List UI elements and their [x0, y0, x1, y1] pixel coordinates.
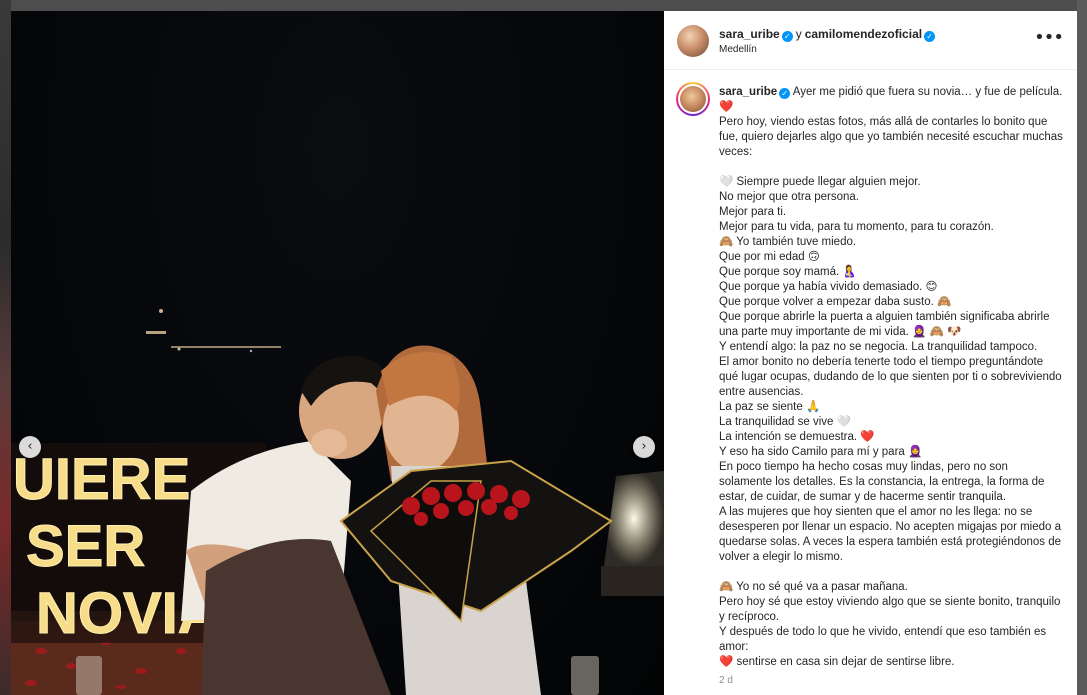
caption-line: La paz se siente 🙏 — [719, 401, 821, 413]
sign-word-2: SER — [26, 514, 145, 579]
background-page-top — [0, 0, 1087, 11]
caption-line — [719, 565, 1064, 580]
post-timestamp[interactable]: 2 d — [719, 675, 733, 686]
post-header: sara_uribe ✓ y camilomendezoficial ✓ Medellí… — [664, 11, 1077, 70]
candle-glass — [76, 656, 102, 695]
previous-photo-button[interactable]: ‹ — [19, 436, 41, 458]
caption-line: 🙈 Yo no sé qué va a pasar mañana. — [719, 581, 908, 593]
caption-line: Y después de todo lo que he vivido, ente… — [719, 626, 1050, 653]
caption-line: El amor bonito no debería tenerte todo e… — [719, 356, 1065, 398]
caption-line: Pero hoy sé que estoy viviendo algo que … — [719, 596, 1064, 623]
verified-badge-icon: ✓ — [779, 88, 791, 99]
more-options-icon[interactable]: ••• — [1034, 27, 1064, 48]
caption-line — [719, 160, 1064, 175]
caption-author[interactable]: sara_uribe — [719, 86, 777, 98]
caption-line: Que porque soy mamá. 🤱 — [719, 266, 857, 278]
author-username[interactable]: sara_uribe — [719, 27, 780, 41]
verified-badge-icon: ✓ — [924, 31, 936, 42]
authors-conjunction: y — [795, 27, 802, 41]
post-caption: sara_uribe ✓ Ayer me pidió que fuera su n… — [719, 85, 1064, 670]
post-authors: sara_uribe ✓ y camilomendezoficial ✓ — [719, 27, 936, 42]
caption-line: ❤️ sentirse en casa sin dejar de sentirs… — [719, 656, 955, 668]
rose-bouquet — [339, 459, 613, 623]
caption-line: La intención se demuestra. ❤️ — [719, 431, 875, 443]
caption-line: Que porque abrirle la puerta a alguien t… — [719, 311, 1053, 338]
caption-line: No mejor que otra persona. — [719, 191, 859, 203]
verified-badge-icon: ✓ — [781, 31, 793, 42]
author-avatar[interactable] — [677, 25, 709, 57]
collaborator-username[interactable]: camilomendezoficial — [805, 27, 922, 41]
city-lights — [146, 309, 281, 353]
caption-line: 🤍 Siempre puede llegar alguien mejor. — [719, 176, 921, 188]
photo-scene: UIERE SER NOVIA — [11, 309, 664, 695]
background-page-left — [0, 0, 11, 695]
caption-line: Que porque volver a empezar daba susto. … — [719, 296, 952, 308]
sign-word-1: UIERE — [13, 447, 190, 512]
caption-line: Que por mi edad 🙃 — [719, 251, 820, 263]
post-details-panel: sara_uribe ✓ y camilomendezoficial ✓ Medellí… — [664, 11, 1077, 695]
avatar-image — [680, 86, 706, 112]
post-location[interactable]: Medellín — [719, 44, 757, 55]
lamp-shade — [604, 471, 664, 566]
caption-line: Y eso ha sido Camilo para mí y para 🧕 — [719, 446, 923, 458]
caption-line: Y entendí algo: la paz no se negocia. La… — [719, 341, 1038, 353]
caption-line: En poco tiempo ha hecho cosas muy lindas… — [719, 461, 1048, 503]
caption-line: sara_uribe ✓ Ayer me pidió que fuera su n… — [719, 86, 1066, 113]
caption-line: Pero hoy, viendo estas fotos, más allá d… — [719, 116, 1067, 158]
caption-line: Que porque ya había vivido demasiado. 😊 — [719, 281, 938, 293]
post-photo: UIERE SER NOVIA ‹ › — [11, 11, 664, 695]
caption-line: Mejor para ti. — [719, 206, 787, 218]
caption-line: 🙈 Yo también tuve miedo. — [719, 236, 857, 248]
next-photo-button[interactable]: › — [633, 436, 655, 458]
caption-line: La tranquilidad se vive 🤍 — [719, 416, 851, 428]
caption-avatar[interactable] — [676, 82, 710, 116]
caption-line: A las mujeres que hoy sienten que el amo… — [719, 506, 1065, 563]
caption-line: Mejor para tu vida, para tu momento, par… — [719, 221, 994, 233]
background-page-right — [1077, 0, 1087, 695]
